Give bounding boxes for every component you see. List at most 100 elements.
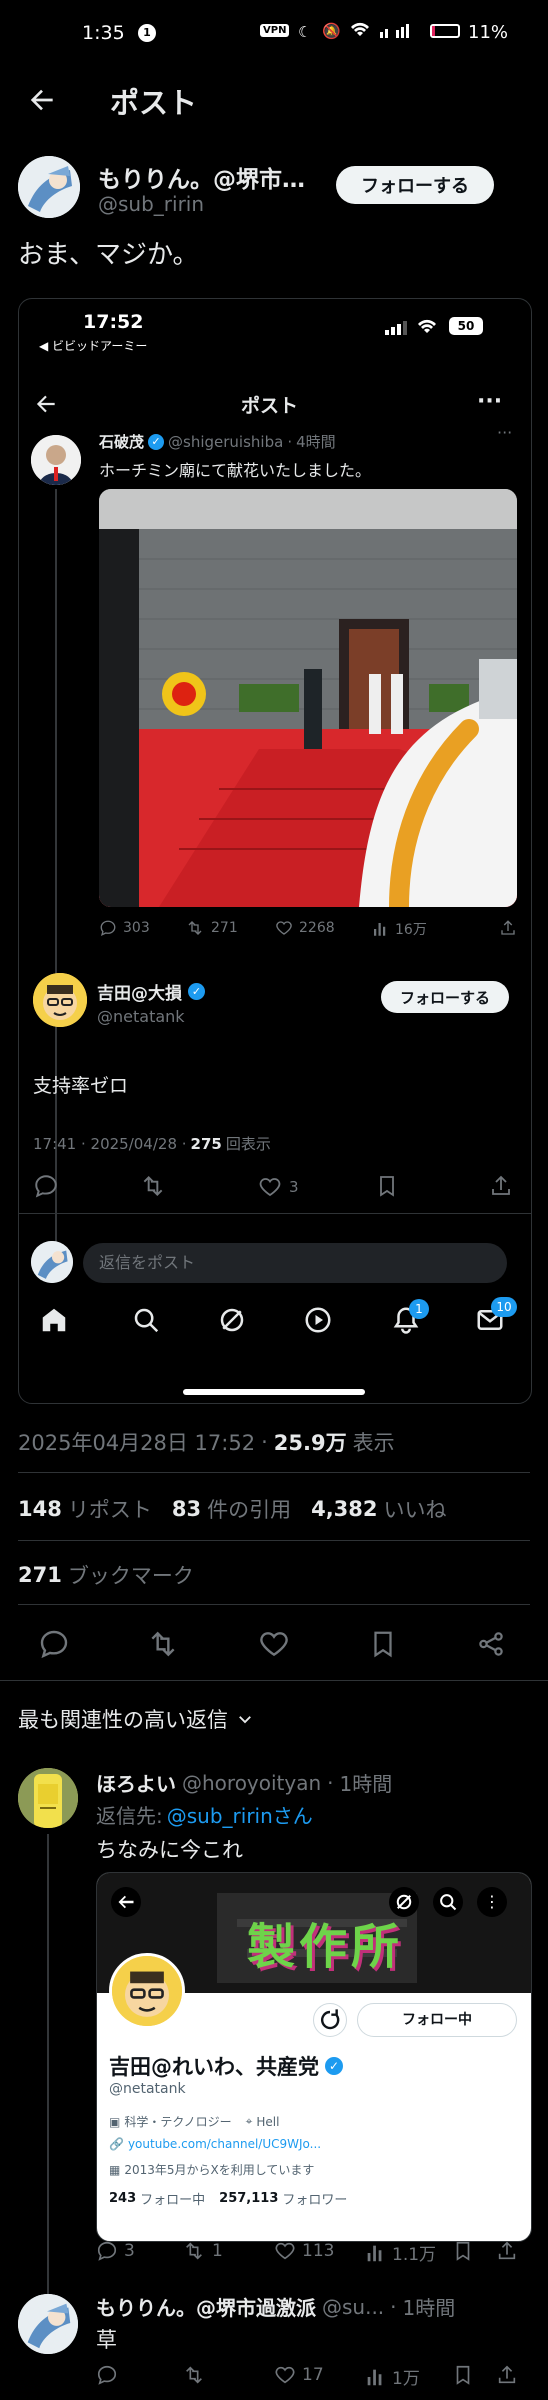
bookmark-count[interactable]: 271 [18, 1563, 62, 1587]
reply2-view-count[interactable]: 1万 [364, 2364, 420, 2389]
embed-video-icon[interactable] [303, 1305, 333, 1335]
author-handle[interactable]: @sub_ririn [98, 192, 204, 216]
main-tweet-author[interactable]: 吉田@大損 [97, 979, 182, 1004]
quoted-handle[interactable]: @shigeruishiba [168, 433, 283, 451]
quoted-age: 4時間 [296, 433, 336, 451]
reply2-like-count[interactable]: 17 [274, 2364, 324, 2386]
reply1-image[interactable]: 製作所 ⋮ フォロー中 吉田@れいわ、共産党 ✓ @netatank ▣ 科学・… [96, 1872, 532, 2242]
reply2-author[interactable]: もりりん。@堺市過激派 [96, 2292, 316, 2321]
main-tweet-avatar[interactable] [33, 973, 87, 1027]
quoted-avatar[interactable] [31, 435, 81, 485]
embed-reply-avatar [31, 1241, 73, 1283]
embed-header-title: ポスト [241, 395, 299, 417]
quoted-like-count[interactable]: 2268 [275, 919, 335, 937]
profile-name: 吉田@れいわ、共産党 [109, 2055, 319, 2079]
arrow-left-icon [30, 89, 53, 111]
profile-back-icon[interactable] [111, 1887, 141, 1917]
main-tweet-text: 支持率ゼロ [33, 1075, 129, 1097]
repost-count[interactable]: 148 [18, 1497, 62, 1521]
quoted-share-icon[interactable] [499, 919, 517, 937]
embed-home-icon[interactable] [39, 1305, 69, 1335]
heart-icon [276, 921, 292, 935]
reply1-avatar[interactable] [18, 1768, 78, 1828]
embed-reply-input[interactable]: 返信をポスト [83, 1243, 507, 1283]
reply1-reply-to: 返信先: @sub_ririnさん [96, 1800, 313, 1829]
embed-bookmark-icon[interactable] [375, 1173, 399, 1199]
embed-repost-icon[interactable] [139, 1173, 167, 1199]
embed-search-icon[interactable] [131, 1305, 161, 1335]
quoted-photo[interactable] [99, 489, 517, 907]
reply1-like-count[interactable]: 113 [274, 2240, 334, 2262]
reply1-thread-line [47, 1834, 49, 2304]
status-time: 1:35 [82, 22, 125, 44]
quoted-more-icon[interactable]: ··· [497, 423, 512, 442]
reply-icon [97, 2241, 117, 2261]
profile-search-icon[interactable] [433, 1887, 463, 1917]
reply1-age: 1時間 [339, 1772, 393, 1796]
profile-grok-icon[interactable] [389, 1887, 419, 1917]
reply2-avatar[interactable] [18, 2294, 78, 2354]
quoted-header: 石破茂 ✓ @shigeruishiba · 4時間 [99, 431, 336, 452]
embed-reply-icon[interactable] [33, 1173, 59, 1199]
author-name[interactable]: もりりん。@堺市… [98, 160, 305, 194]
replies-filter[interactable]: 最も関連性の高い返信 [18, 1704, 254, 1734]
main-tweet-handle[interactable]: @netatank [97, 1007, 185, 1026]
bookmark-button[interactable] [368, 1628, 398, 1660]
share-button[interactable] [476, 1628, 506, 1660]
embed-share-icon[interactable] [489, 1173, 513, 1199]
verified-badge-icon: ✓ [148, 433, 165, 450]
reply1-share-icon[interactable] [496, 2240, 518, 2262]
embedded-screenshot[interactable]: 17:52 ◀ ビビッドアーミー 50 ポスト ··· 石破茂 ✓ @shige… [18, 298, 532, 1404]
profile-name-row: 吉田@れいわ、共産党 ✓ [109, 2051, 343, 2081]
quoted-view-count[interactable]: 16万 [371, 919, 427, 939]
verified-badge-icon: ✓ [325, 2057, 343, 2075]
reply2-reply-icon[interactable] [96, 2364, 118, 2386]
reply1-handle[interactable]: @horoyoityan [182, 1771, 321, 1795]
reply1-repost-count[interactable]: 1 [182, 2240, 223, 2262]
quoted-repost-count[interactable]: 271 [185, 919, 238, 937]
profile-avatar [109, 1953, 185, 2029]
profile-url[interactable]: youtube.com/channel/UC9WJo... [128, 2137, 321, 2151]
profile-joined-row: ▦ 2013年5月からXを利用しています [109, 2162, 315, 2178]
quoted-author[interactable]: 石破茂 [99, 431, 144, 452]
quote-count[interactable]: 83 [172, 1497, 201, 1521]
reply1-text: ちなみに今これ [96, 1838, 243, 1862]
reply2-handle[interactable]: @su... [322, 2295, 384, 2319]
reply2-repost-icon[interactable] [182, 2364, 206, 2386]
profile-url-row: 🔗 youtube.com/channel/UC9WJo... [109, 2137, 321, 2151]
embed-status-back: ◀ ビビッドアーミー [39, 339, 148, 353]
embed-more-icon[interactable]: ··· [477, 389, 502, 414]
like-button[interactable] [258, 1628, 290, 1660]
notification-dot-icon: 1 [138, 24, 156, 42]
back-button[interactable] [26, 84, 60, 118]
quoted-reply-count[interactable]: 303 [99, 919, 150, 937]
reply-button[interactable] [38, 1628, 70, 1660]
embed-back-icon[interactable] [33, 391, 59, 417]
views-icon [367, 2245, 382, 2261]
reply2-bookmark-icon[interactable] [452, 2364, 474, 2386]
profile-more-icon[interactable]: ⋮ [477, 1887, 507, 1917]
profile-subscribe-icon[interactable] [313, 2003, 347, 2037]
reply1-bookmark-icon[interactable] [452, 2240, 474, 2262]
mute-icon: 🔕 [322, 22, 341, 40]
author-avatar[interactable] [18, 156, 80, 218]
follow-button[interactable]: フォローする [336, 166, 494, 204]
heart-icon [275, 2366, 295, 2384]
embed-like-count[interactable]: 3 [257, 1175, 299, 1199]
repost-button[interactable] [146, 1628, 180, 1660]
reply2-share-icon[interactable] [496, 2364, 518, 2386]
reply1-header: ほろよい @horoyoityan · 1時間 [96, 1768, 392, 1797]
page-title: ポスト [110, 86, 198, 120]
reply1-author[interactable]: ほろよい [96, 1768, 176, 1797]
reply1-reply-count[interactable]: 3 [96, 2240, 135, 2262]
post-text: おま、マジか。 [18, 240, 199, 270]
like-count[interactable]: 4,382 [311, 1497, 377, 1521]
chevron-down-icon [239, 1716, 251, 1724]
link-icon: 🔗 [109, 2137, 124, 2151]
main-tweet-follow-button[interactable]: フォローする [381, 981, 509, 1013]
reply1-view-count[interactable]: 1.1万 [364, 2240, 436, 2265]
profile-following-button[interactable]: フォロー中 [357, 2003, 517, 2037]
reply1-reply-to-link[interactable]: @sub_ririnさん [167, 1800, 313, 1829]
embed-grok-icon[interactable] [217, 1305, 247, 1335]
verified-badge-icon: ✓ [188, 983, 205, 1000]
